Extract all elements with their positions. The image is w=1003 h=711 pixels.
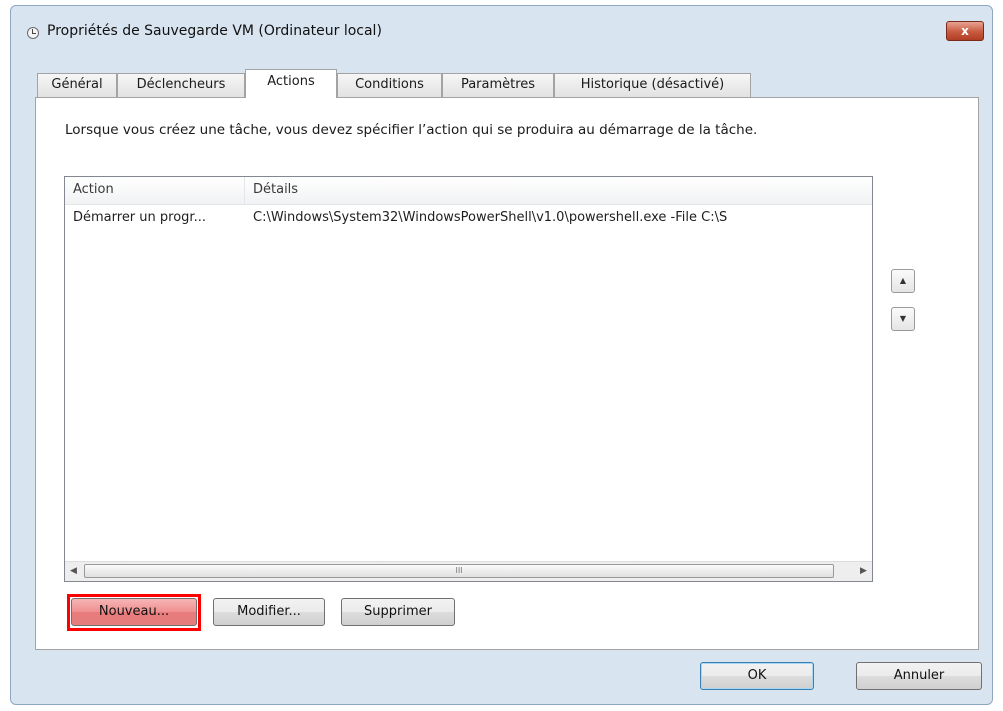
move-down-button[interactable]: ▼	[891, 307, 915, 331]
tab-actions[interactable]: Actions	[245, 69, 337, 98]
tab-triggers[interactable]: Déclencheurs	[117, 73, 245, 97]
edit-button[interactable]: Modifier...	[213, 598, 325, 626]
details-cell: C:\Windows\System32\WindowsPowerShell\v1…	[253, 210, 728, 225]
title-bar: Propriétés de Sauvegarde VM (Ordinateur …	[11, 6, 992, 56]
column-header-action[interactable]: Action	[65, 177, 245, 204]
column-header-details[interactable]: Détails	[245, 177, 872, 204]
dialog-window: Propriétés de Sauvegarde VM (Ordinateur …	[10, 5, 993, 705]
tab-settings[interactable]: Paramètres	[442, 73, 554, 97]
new-button[interactable]: Nouveau...	[71, 598, 197, 626]
scroll-right-icon[interactable]: ▶	[855, 562, 872, 581]
window-title: Propriétés de Sauvegarde VM (Ordinateur …	[47, 23, 382, 39]
table-row[interactable]: Démarrer un progr... C:\Windows\System32…	[65, 205, 872, 231]
scrollbar-thumb[interactable]: III	[84, 564, 834, 578]
actions-tab-panel: Lorsque vous créez une tâche, vous devez…	[35, 97, 979, 650]
scroll-left-icon[interactable]: ◀	[65, 562, 82, 581]
clock-icon	[27, 27, 39, 39]
delete-button[interactable]: Supprimer	[341, 598, 455, 626]
close-button[interactable]: x	[946, 21, 984, 41]
ok-button[interactable]: OK	[700, 662, 814, 690]
action-cell: Démarrer un progr...	[73, 210, 206, 225]
horizontal-scrollbar[interactable]: ◀ III ▶	[65, 561, 872, 581]
actions-list[interactable]: Action Détails Démarrer un progr... C:\W…	[64, 176, 873, 582]
cancel-button[interactable]: Annuler	[856, 662, 982, 690]
tab-history[interactable]: Historique (désactivé)	[554, 73, 751, 97]
tab-general[interactable]: Général	[37, 73, 117, 97]
tab-conditions[interactable]: Conditions	[337, 73, 442, 97]
move-up-button[interactable]: ▲	[891, 269, 915, 293]
list-header: Action Détails	[65, 177, 872, 205]
intro-text: Lorsque vous créez une tâche, vous devez…	[65, 122, 758, 138]
